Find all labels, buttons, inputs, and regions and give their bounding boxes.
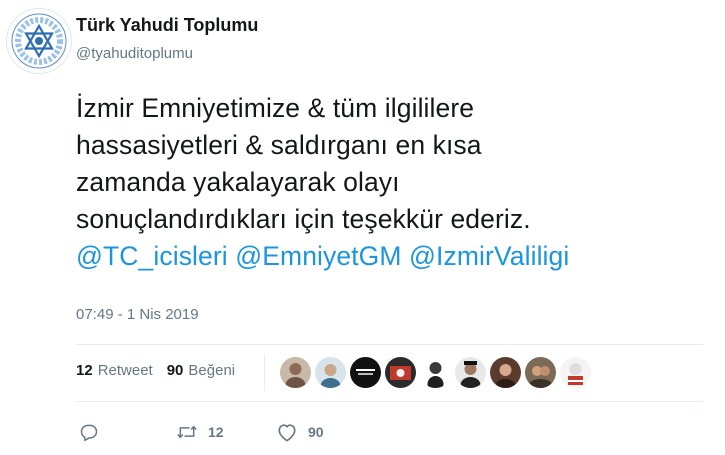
liker-avatar[interactable] (420, 357, 451, 388)
star-of-david-logo-icon (8, 10, 70, 72)
tweet-timestamp[interactable]: 07:49 - 1 Nis 2019 (76, 306, 199, 323)
reply-icon (80, 424, 98, 442)
liker-avatar[interactable] (385, 357, 416, 388)
retweet-count: 12 (208, 424, 224, 440)
liker-avatar[interactable] (315, 357, 346, 388)
tweet-mentions-line: @TC_icisleri @EmniyetGM @IzmirValiligi (76, 238, 706, 275)
author-display-name[interactable]: Türk Yahudi Toplumu (76, 15, 258, 36)
tweet-text: İzmir Emniyetimize & tüm ilgililere hass… (76, 90, 706, 275)
reply-button[interactable] (79, 418, 99, 446)
like-count: 90 (308, 424, 324, 440)
retweet-stat-count: 12 (76, 362, 93, 379)
retweet-stat-link[interactable]: 12 Retweet (76, 362, 153, 379)
liker-avatars (280, 357, 595, 388)
liker-avatar[interactable] (490, 357, 521, 388)
liker-avatar[interactable] (280, 357, 311, 388)
tweet-text-line: zamanda yakalayarak olayı (76, 167, 400, 197)
author-avatar[interactable] (6, 8, 72, 74)
retweet-icon (177, 425, 197, 439)
liker-avatar[interactable] (525, 357, 556, 388)
mention-link-tc-icisleri[interactable]: @TC_icisleri (76, 241, 228, 271)
retweet-button[interactable]: 12 (176, 418, 224, 446)
liker-avatar[interactable] (455, 357, 486, 388)
like-stat-link[interactable]: 90 Beğeni (167, 362, 235, 379)
like-stat-label: Beğeni (188, 362, 236, 379)
tweet-card: Türk Yahudi Toplumu @tyahuditoplumu İzmi… (0, 0, 725, 455)
like-button[interactable]: 90 (276, 418, 324, 446)
tweet-stats: 12 Retweet 90 Beğeni (76, 362, 235, 379)
stats-separator (264, 355, 265, 391)
divider (76, 401, 703, 402)
tweet-text-line: hassasiyetleri & saldırganı en kısa (76, 130, 482, 160)
liker-avatar[interactable] (560, 357, 591, 388)
author-handle[interactable]: @tyahuditoplumu (76, 45, 193, 62)
heart-icon (278, 424, 296, 442)
tweet-text-line: sonuçlandırdıkları için teşekkür ederiz. (76, 204, 531, 234)
mention-link-izmirvaliligi[interactable]: @IzmirValiligi (409, 241, 569, 271)
tweet-action-bar: 12 90 (76, 418, 476, 446)
liker-avatar[interactable] (350, 357, 381, 388)
tweet-text-line: İzmir Emniyetimize & tüm ilgililere (76, 93, 475, 123)
mention-link-emniyetgm[interactable]: @EmniyetGM (235, 241, 401, 271)
like-stat-count: 90 (166, 362, 184, 379)
divider (76, 344, 703, 345)
retweet-stat-label: Retweet (97, 362, 153, 379)
